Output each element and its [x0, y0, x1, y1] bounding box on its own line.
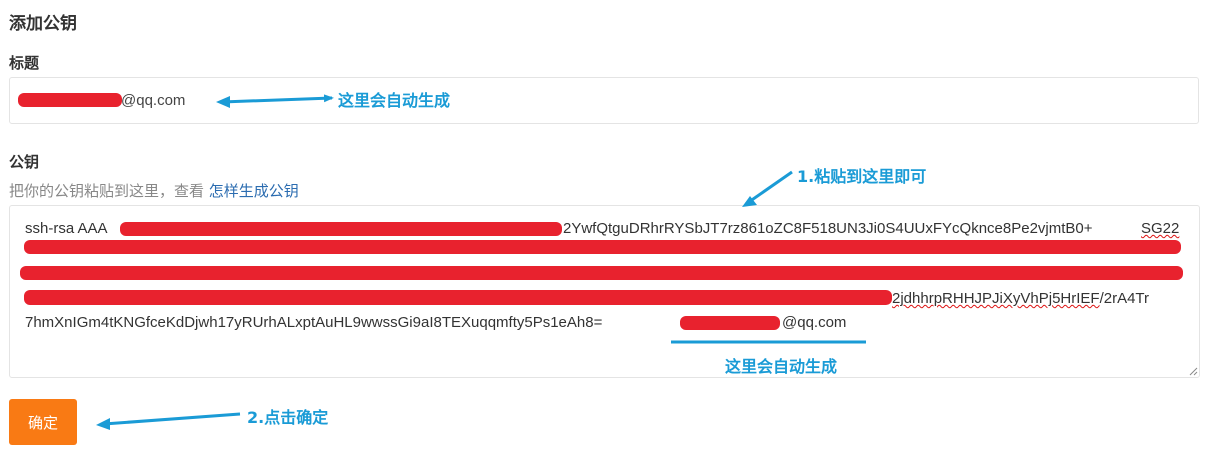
redaction-mark	[24, 290, 892, 305]
title-input-value: @qq.com	[121, 92, 186, 109]
redaction-mark	[18, 93, 122, 107]
key-line-5-word: 2jdhhrpRHHJPJiXyVhPj5HrIEF	[892, 290, 1100, 307]
key-line-1-word: SG22	[1141, 220, 1180, 237]
redaction-mark	[120, 222, 562, 236]
key-field-label: 公钥	[9, 153, 40, 171]
how-to-generate-key-link[interactable]: 怎样生成公钥	[209, 182, 299, 200]
resize-grip-icon[interactable]	[1188, 366, 1198, 376]
title-input[interactable]	[9, 77, 1199, 124]
title-field-label: 标题	[9, 54, 40, 72]
key-line-6-suffix: @qq.com	[782, 314, 847, 331]
arrowhead-icon	[96, 418, 110, 430]
arrow-icon	[745, 170, 793, 206]
page-title: 添加公钥	[9, 14, 77, 34]
arrow-icon	[103, 412, 241, 426]
redaction-mark	[24, 240, 1181, 254]
annotation-paste-here: 1.粘贴到这里即可	[797, 167, 927, 186]
key-line-5-tail: /2rA4Tr	[1099, 290, 1150, 307]
key-field-hint: 把你的公钥粘贴到这里，查看 怎样生成公钥	[9, 180, 299, 201]
key-line-6: 7hmXnIGm4tKNGfceKdDjwh17yRUrhALxptAuHL9w…	[25, 314, 603, 331]
key-line-1-start: ssh-rsa AAA	[25, 220, 108, 237]
annotation-auto-key: 这里会自动生成	[725, 357, 838, 376]
confirm-button[interactable]: 确定	[9, 399, 77, 445]
annotation-click-confirm: 2.点击确定	[247, 408, 329, 427]
hint-text: 把你的公钥粘贴到这里，查看	[9, 182, 209, 200]
redaction-mark	[20, 266, 1183, 280]
redaction-mark	[680, 316, 780, 330]
key-line-1-end: 2YwfQtguDRhrRYSbJT7rz861oZC8F518UN3Ji0S4…	[563, 220, 1093, 237]
key-line-5-end: 2jdhhrpRHHJPJiXyVhPj5HrIEF/2rA4Tr	[892, 290, 1149, 307]
annotation-auto-title: 这里会自动生成	[338, 91, 451, 110]
